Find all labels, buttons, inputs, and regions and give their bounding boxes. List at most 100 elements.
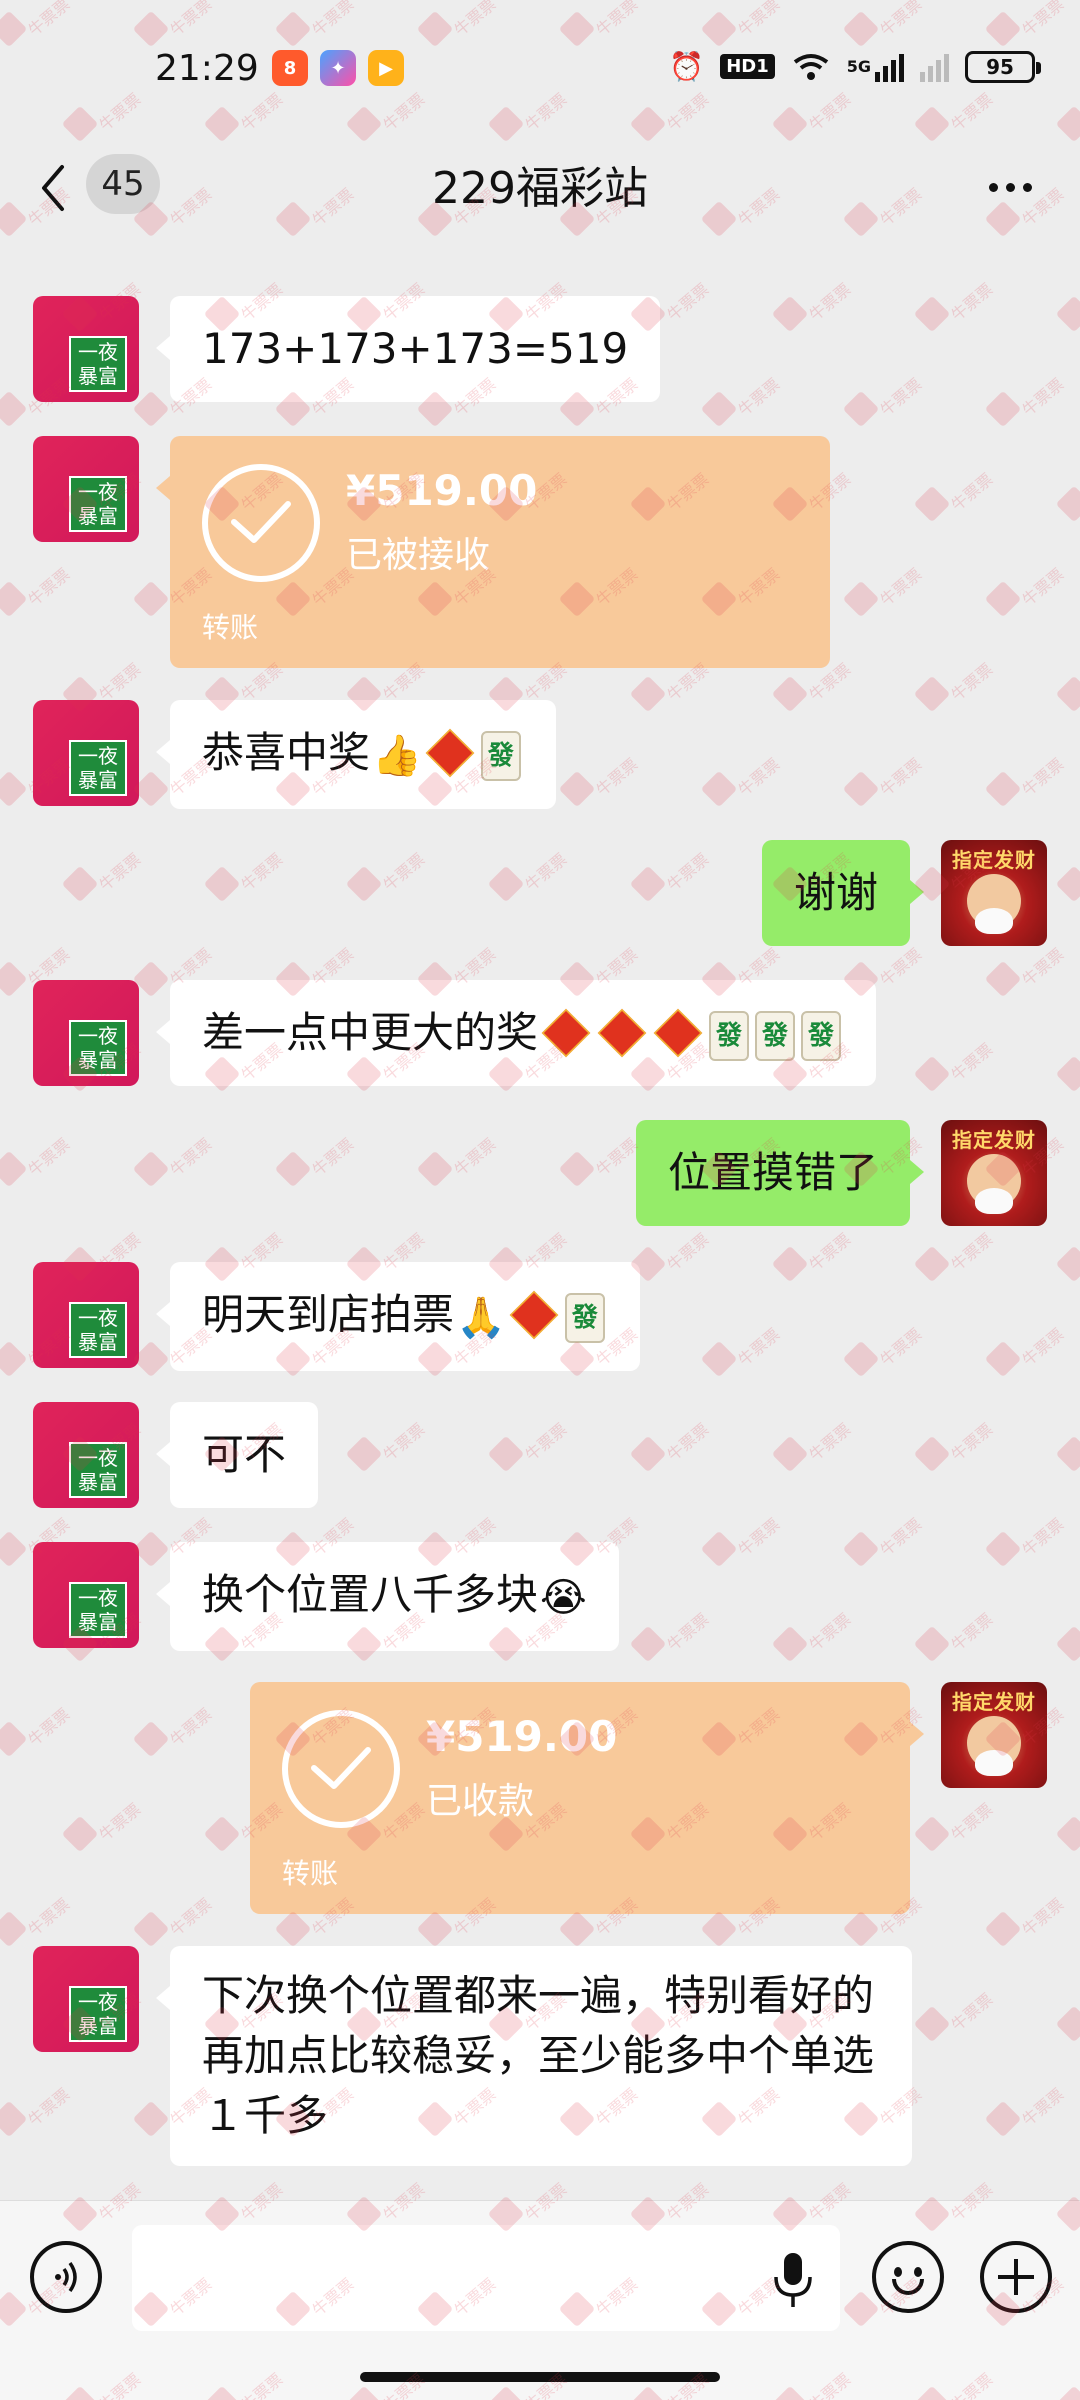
crying-icon: 😭 xyxy=(540,1574,587,1621)
voice-icon xyxy=(55,2261,77,2293)
avatar[interactable]: 一夜 暴富 xyxy=(33,700,139,806)
message-bubble[interactable]: 差一点中更大的奖 發發發 xyxy=(155,980,877,1086)
check-icon xyxy=(202,464,320,582)
fu-icon xyxy=(509,1290,559,1339)
message-row: 一夜 暴富 ¥519.00 已被接收 转账 xyxy=(0,436,1080,668)
avatar-face xyxy=(967,1154,1021,1214)
message-row: 指定发财 位置摸错了 xyxy=(0,1120,1080,1230)
alarm-icon: ⏰ xyxy=(669,50,705,83)
avatar-banner: 指定发财 xyxy=(952,848,1036,872)
message-bubble[interactable]: 换个位置八千多块😭 xyxy=(156,1542,619,1651)
message-text: 下次换个位置都来一遍，特别看好的再加点比较稳妥，至少能多中个单选１千多 xyxy=(202,1971,875,2140)
dot-icon xyxy=(1005,182,1015,192)
watermark-logo xyxy=(700,1910,740,1950)
status-bar: 21:29 8 ✦ ▶ ⏰ HD1 5G 95 xyxy=(0,0,1080,140)
transfer-card[interactable]: ¥519.00 已收款 转账 xyxy=(250,1682,924,1914)
message-row: 一夜 暴富 173+173+173=519 xyxy=(0,296,1080,406)
watermark-logo xyxy=(558,1910,598,1950)
smiley-icon xyxy=(892,2279,924,2295)
transfer-status: 已被接收 xyxy=(346,535,491,576)
watermark-logo xyxy=(842,1910,882,1950)
transfer-card[interactable]: ¥519.00 已被接收 转账 xyxy=(156,436,830,668)
message-text: 恭喜中奖 xyxy=(202,728,371,777)
mahjong-fa-icon: 發 xyxy=(801,1010,842,1061)
status-app-icons: 8 ✦ ▶ xyxy=(272,50,404,86)
avatar-badge: 一夜 暴富 xyxy=(69,1020,127,1076)
avatar-badge: 一夜 暴富 xyxy=(69,1302,127,1358)
transfer-label: 转账 xyxy=(282,1857,339,1890)
mahjong-fa-icon: 發 xyxy=(480,730,521,781)
pray-icon: 🙏 xyxy=(456,1294,506,1341)
message-text: 换个位置八千多块 xyxy=(202,1570,539,1619)
avatar[interactable]: 指定发财 xyxy=(941,1120,1047,1226)
avatar[interactable]: 指定发财 xyxy=(941,840,1047,946)
watermark-logo xyxy=(0,1910,30,1950)
input-bar xyxy=(0,2200,1080,2400)
check-icon xyxy=(282,1710,400,1828)
avatar-banner: 指定发财 xyxy=(952,1128,1036,1152)
app-notification-icon: 8 xyxy=(272,50,308,86)
message-input[interactable] xyxy=(132,2225,840,2331)
watermark-logo xyxy=(274,1910,314,1950)
message-text: 173+173+173=519 xyxy=(202,324,629,373)
message-bubble[interactable]: 明天到店拍票🙏 發 xyxy=(156,1262,640,1371)
avatar[interactable]: 一夜 暴富 xyxy=(33,436,139,542)
microphone-icon[interactable] xyxy=(770,2251,816,2309)
emoji-button[interactable] xyxy=(872,2241,944,2313)
avatar-badge: 一夜 暴富 xyxy=(69,740,127,796)
message-text: 可不 xyxy=(202,1430,287,1479)
status-indicators: ⏰ HD1 5G 95 xyxy=(669,50,1041,83)
avatar[interactable]: 一夜 暴富 xyxy=(33,296,139,402)
voice-toggle-button[interactable] xyxy=(30,2241,102,2313)
signal-sim2-icon xyxy=(920,52,949,82)
message-row: 一夜 暴富 明天到店拍票🙏 發 xyxy=(0,1262,1080,1372)
avatar-banner: 指定发财 xyxy=(952,1690,1036,1714)
home-indicator[interactable] xyxy=(360,2372,720,2382)
fu-icon xyxy=(425,728,475,777)
message-text: 谢谢 xyxy=(793,868,878,917)
message-text: 位置摸错了 xyxy=(667,1148,878,1197)
message-row: 指定发财 ¥519.00 已收款 转账 xyxy=(0,1682,1080,1914)
message-row: 一夜 暴富 差一点中更大的奖 發發發 xyxy=(0,980,1080,1090)
fu-icon xyxy=(541,1008,591,1057)
watermark-logo xyxy=(416,1910,456,1950)
message-text: 明天到店拍票 xyxy=(202,1290,455,1339)
battery-icon: 95 xyxy=(965,50,1041,83)
avatar[interactable]: 一夜 暴富 xyxy=(33,1402,139,1508)
avatar[interactable]: 一夜 暴富 xyxy=(33,1262,139,1368)
network-type: 5G xyxy=(846,57,871,76)
avatar-face xyxy=(967,1716,1021,1776)
avatar-badge: 一夜 暴富 xyxy=(69,1442,127,1498)
dot-icon xyxy=(1022,182,1032,192)
transfer-amount: ¥519.00 xyxy=(346,466,538,515)
avatar[interactable]: 指定发财 xyxy=(941,1682,1047,1788)
watermark-logo xyxy=(132,1910,172,1950)
plus-button[interactable] xyxy=(980,2241,1052,2313)
avatar[interactable]: 一夜 暴富 xyxy=(33,1946,139,2052)
message-row: 一夜 暴富 下次换个位置都来一遍，特别看好的再加点比较稳妥，至少能多中个单选１千多 xyxy=(0,1946,1080,2168)
chat-header: 45 229福彩站 xyxy=(0,140,1080,240)
app-notification-icon: ▶ xyxy=(368,50,404,86)
fu-icon xyxy=(653,1008,703,1057)
smiley-icon xyxy=(894,2267,902,2277)
avatar[interactable]: 一夜 暴富 xyxy=(33,1542,139,1648)
message-bubble[interactable]: 下次换个位置都来一遍，特别看好的再加点比较稳妥，至少能多中个单选１千多 xyxy=(156,1946,912,2166)
avatar-badge: 一夜 暴富 xyxy=(69,1986,127,2042)
wifi-icon xyxy=(793,53,828,80)
transfer-label: 转账 xyxy=(202,611,259,644)
chat-title: 229福彩站 xyxy=(432,163,648,214)
message-row: 指定发财 谢谢 xyxy=(0,840,1080,950)
avatar[interactable]: 一夜 暴富 xyxy=(33,980,139,1086)
app-notification-icon: ✦ xyxy=(320,50,356,86)
message-bubble[interactable]: 位置摸错了 xyxy=(635,1120,925,1226)
more-options-button[interactable] xyxy=(980,162,1040,212)
message-row: 一夜 暴富 可不 xyxy=(0,1402,1080,1512)
mahjong-fa-icon: 發 xyxy=(755,1010,796,1061)
message-bubble[interactable]: 173+173+173=519 xyxy=(155,296,661,402)
message-bubble[interactable]: 可不 xyxy=(155,1402,319,1508)
smiley-icon xyxy=(914,2267,922,2277)
transfer-status: 已收款 xyxy=(426,1781,535,1822)
message-bubble[interactable]: 恭喜中奖👍 發 xyxy=(156,700,556,809)
message-bubble[interactable]: 谢谢 xyxy=(761,840,925,946)
status-time: 21:29 xyxy=(155,48,259,89)
